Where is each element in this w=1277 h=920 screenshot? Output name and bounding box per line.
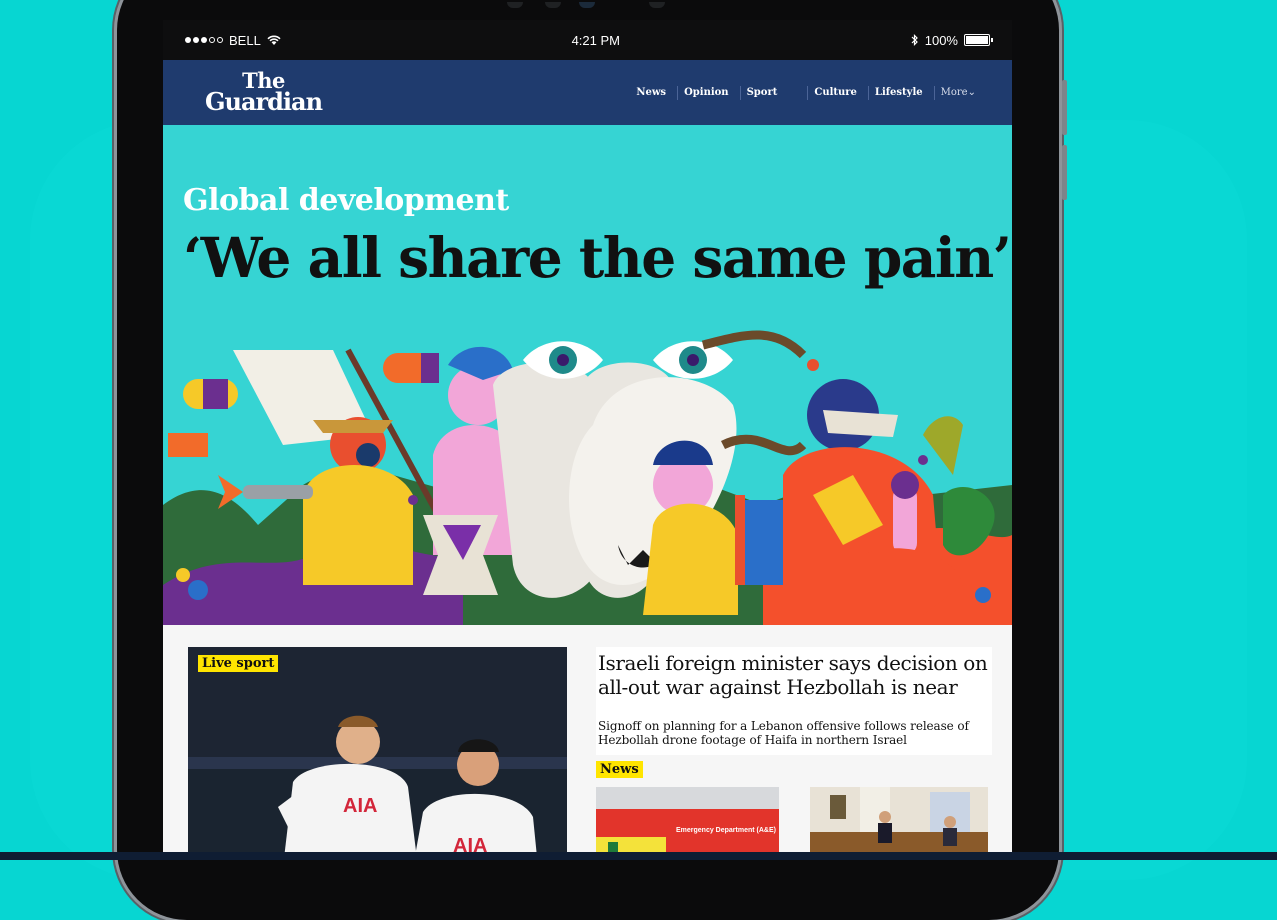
chevron-down-icon: ⌄ (967, 86, 976, 98)
ambulance-photo: Emergency Department (A&E) (596, 787, 779, 857)
sport-photo: AIA AIA (188, 647, 567, 860)
status-right: 100% (911, 32, 993, 48)
ambulance-sign-text: Emergency Department (A&E) (676, 827, 776, 834)
logo-line-guardian: Guardian (205, 87, 323, 117)
shirt-sponsor-left: AIA (343, 795, 377, 817)
nav-news[interactable]: News (630, 86, 677, 100)
battery-percent: 100% (924, 32, 958, 48)
clock: 4:21 PM (571, 32, 620, 48)
volume-up-button (1062, 80, 1067, 135)
live-sport-tag: Live sport (198, 655, 279, 672)
volume-down-button (1062, 145, 1067, 200)
status-left: BELL (185, 33, 281, 48)
hero-feature[interactable]: Global development ‘We all share the sam… (163, 125, 1012, 625)
hero-kicker: Global development (183, 183, 509, 218)
carrier-label: BELL (229, 32, 261, 48)
news-thumb-ambulance[interactable]: Emergency Department (A&E) (596, 787, 779, 857)
sensor-dot (507, 2, 523, 8)
nav-culture[interactable]: Culture (807, 85, 868, 100)
live-sport-card[interactable]: AIA AIA Live sport (188, 647, 567, 860)
office-photo (810, 787, 988, 857)
bluetooth-icon (911, 34, 918, 46)
primary-nav: News Opinion Sport Culture Lifestyle Mor… (630, 85, 987, 100)
nav-more[interactable]: More⌄ (933, 85, 987, 100)
camera-lens (579, 2, 595, 8)
sensor-dot (649, 2, 665, 8)
nav-opinion[interactable]: Opinion (677, 85, 740, 100)
wifi-icon (267, 35, 281, 45)
hero-headline[interactable]: ‘We all share the same pain’ (183, 225, 1012, 290)
battery-icon (963, 34, 993, 46)
status-bar: BELL 4:21 PM 100% (163, 20, 1012, 60)
sensor-dot (545, 2, 561, 8)
signal-icon (185, 37, 223, 43)
nav-sport[interactable]: Sport (739, 85, 808, 100)
front-page-lower: AIA AIA Live sport Israeli foreign minis… (163, 625, 1012, 860)
masthead: The Guardian News Opinion Sport Culture … (163, 60, 1012, 125)
nav-lifestyle[interactable]: Lifestyle (867, 85, 934, 100)
bottom-band (0, 852, 1277, 860)
news-thumb-office[interactable] (810, 787, 988, 857)
tablet-screen: BELL 4:21 PM 100% The Guardian News Opin… (163, 20, 1012, 860)
news-tag: News (596, 761, 643, 778)
guardian-logo[interactable]: The Guardian (205, 70, 323, 117)
hero-illustration (163, 330, 1012, 625)
nav-more-label: More (940, 86, 968, 98)
top-story-card[interactable]: Israeli foreign minister says decision o… (596, 647, 992, 755)
story-standfirst: Signoff on planning for a Lebanon offens… (598, 719, 969, 747)
story-headline[interactable]: Israeli foreign minister says decision o… (598, 651, 990, 699)
